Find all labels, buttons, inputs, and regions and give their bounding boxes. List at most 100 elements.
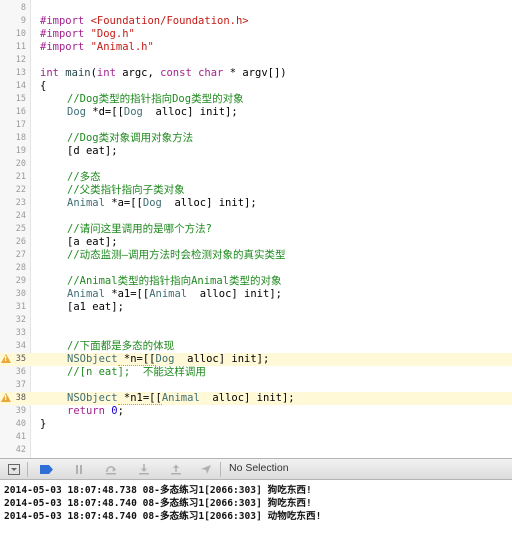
- code-line[interactable]: 42: [0, 444, 512, 457]
- pause-icon[interactable]: [73, 464, 85, 475]
- code-line[interactable]: 18 //Dog类对象调用对象方法: [0, 132, 512, 145]
- console-line: 2014-05-03 18:07:48.740 08-多态练习1[2066:30…: [4, 498, 312, 509]
- line-number: 30: [15, 289, 26, 299]
- simulate-location-icon[interactable]: [200, 464, 212, 475]
- step-over-icon[interactable]: [105, 464, 117, 475]
- code-line[interactable]: 22 //父类指针指向子类对象: [0, 184, 512, 197]
- code-line[interactable]: 36 //[n eat]; 不能这样调用: [0, 366, 512, 379]
- code-statement: [d eat];: [67, 145, 118, 157]
- code-statement: NSObject *n=[[Dog alloc] init];: [67, 353, 270, 366]
- line-number: 41: [15, 432, 26, 442]
- code-line[interactable]: 14 {: [0, 80, 512, 93]
- code-line[interactable]: 17: [0, 119, 512, 132]
- code-line[interactable]: 26 [a eat];: [0, 236, 512, 249]
- code-line[interactable]: 16 Dog *d=[[Dog alloc] init];: [0, 106, 512, 119]
- code-comment: //下面都是多态的体现: [67, 340, 175, 352]
- console-line: 2014-05-03 18:07:48.740 08-多态练习1[2066:30…: [4, 511, 322, 522]
- code-line[interactable]: 24: [0, 210, 512, 223]
- line-number: 34: [15, 341, 26, 351]
- line-number: 15: [15, 94, 26, 104]
- code-line[interactable]: 37: [0, 379, 512, 392]
- line-number: 16: [15, 107, 26, 117]
- code-line[interactable]: 40 }: [0, 418, 512, 431]
- line-number: 27: [15, 250, 26, 260]
- code-line[interactable]: 25 //请问这里调用的是哪个方法?: [0, 223, 512, 236]
- code-line[interactable]: 30 Animal *a1=[[Animal alloc] init];: [0, 288, 512, 301]
- line-number: 12: [15, 55, 26, 65]
- code-editor[interactable]: 8 9 #import <Foundation/Foundation.h> 10…: [0, 0, 512, 458]
- return-statement: return 0;: [67, 405, 124, 417]
- hide-debug-area-icon[interactable]: [8, 464, 20, 475]
- line-number: 26: [15, 237, 26, 247]
- close-brace: }: [40, 418, 47, 430]
- code-line[interactable]: 32: [0, 314, 512, 327]
- import-statement: #import "Dog.h": [40, 28, 135, 40]
- selection-status: No Selection: [229, 462, 289, 474]
- line-number: 32: [15, 315, 26, 325]
- code-line[interactable]: 13 int main(int argc, const char * argv[…: [0, 67, 512, 80]
- code-line[interactable]: 20: [0, 158, 512, 171]
- code-line[interactable]: 29 //Animal类型的指针指向Animal类型的对象: [0, 275, 512, 288]
- code-statement: Animal *a=[[Dog alloc] init];: [67, 197, 257, 209]
- code-line[interactable]: 34 //下面都是多态的体现: [0, 340, 512, 353]
- code-line[interactable]: 9 #import <Foundation/Foundation.h>: [0, 15, 512, 28]
- code-line[interactable]: 23 Animal *a=[[Dog alloc] init];: [0, 197, 512, 210]
- line-number: 10: [15, 29, 26, 39]
- code-comment: //请问这里调用的是哪个方法?: [67, 223, 212, 235]
- line-number: 33: [15, 328, 26, 338]
- line-number: 17: [15, 120, 26, 130]
- line-number: 21: [15, 172, 26, 182]
- code-line[interactable]: 41: [0, 431, 512, 444]
- line-number: 11: [15, 42, 26, 52]
- line-number: 25: [15, 224, 26, 234]
- code-line[interactable]: 15 //Dog类型的指针指向Dog类型的对象: [0, 93, 512, 106]
- line-number: 42: [15, 445, 26, 455]
- code-statement: [a eat];: [67, 236, 118, 248]
- console-line: 2014-05-03 18:07:48.738 08-多态练习1[2066:30…: [4, 485, 312, 496]
- line-number: 39: [15, 406, 26, 416]
- code-line[interactable]: 33: [0, 327, 512, 340]
- code-line[interactable]: 27 //动态监测—调用方法时会检测对象的真实类型: [0, 249, 512, 262]
- code-line[interactable]: 11 #import "Animal.h": [0, 41, 512, 54]
- line-number: 9: [20, 16, 26, 26]
- code-comment: //[n eat]; 不能这样调用: [67, 366, 206, 378]
- import-statement: #import "Animal.h": [40, 41, 154, 53]
- code-comment: //多态: [67, 171, 101, 183]
- code-line[interactable]: 12: [0, 54, 512, 67]
- code-statement: NSObject *n1=[[Animal alloc] init];: [67, 392, 295, 405]
- code-line[interactable]: 10 #import "Dog.h": [0, 28, 512, 41]
- code-line[interactable]: 31 [a1 eat];: [0, 301, 512, 314]
- code-line-warning[interactable]: 35 NSObject *n=[[Dog alloc] init];: [0, 353, 512, 366]
- line-number: 13: [15, 68, 26, 78]
- line-number: 38: [15, 393, 26, 403]
- step-into-icon[interactable]: [138, 464, 150, 475]
- code-line-warning[interactable]: 38 NSObject *n1=[[Animal alloc] init];: [0, 392, 512, 405]
- step-out-icon[interactable]: [170, 464, 182, 475]
- line-number: 18: [15, 133, 26, 143]
- code-statement: Animal *a1=[[Animal alloc] init];: [67, 288, 282, 300]
- line-number: 22: [15, 185, 26, 195]
- code-statement: Dog *d=[[Dog alloc] init];: [67, 106, 238, 118]
- code-line[interactable]: 21 //多态: [0, 171, 512, 184]
- code-statement: [a1 eat];: [67, 301, 124, 313]
- toolbar-divider: [27, 462, 28, 477]
- code-line[interactable]: 19 [d eat];: [0, 145, 512, 158]
- code-comment: //动态监测—调用方法时会检测对象的真实类型: [67, 249, 286, 261]
- line-number: 31: [15, 302, 26, 312]
- line-number: 40: [15, 419, 26, 429]
- line-number: 35: [15, 354, 26, 364]
- code-comment: //Dog类对象调用对象方法: [67, 132, 194, 144]
- toolbar-divider: [220, 462, 221, 477]
- line-number: 36: [15, 367, 26, 377]
- line-number: 23: [15, 198, 26, 208]
- console-output[interactable]: 2014-05-03 18:07:48.738 08-多态练习1[2066:30…: [0, 480, 512, 534]
- code-line[interactable]: 8: [0, 2, 512, 15]
- code-comment: //父类指针指向子类对象: [67, 184, 185, 196]
- code-line[interactable]: 28: [0, 262, 512, 275]
- line-number: 29: [15, 276, 26, 286]
- code-line[interactable]: 39 return 0;: [0, 405, 512, 418]
- debug-toolbar: No Selection: [0, 458, 512, 480]
- line-number: 20: [15, 159, 26, 169]
- line-number: 24: [15, 211, 26, 221]
- breakpoints-icon[interactable]: [40, 464, 54, 475]
